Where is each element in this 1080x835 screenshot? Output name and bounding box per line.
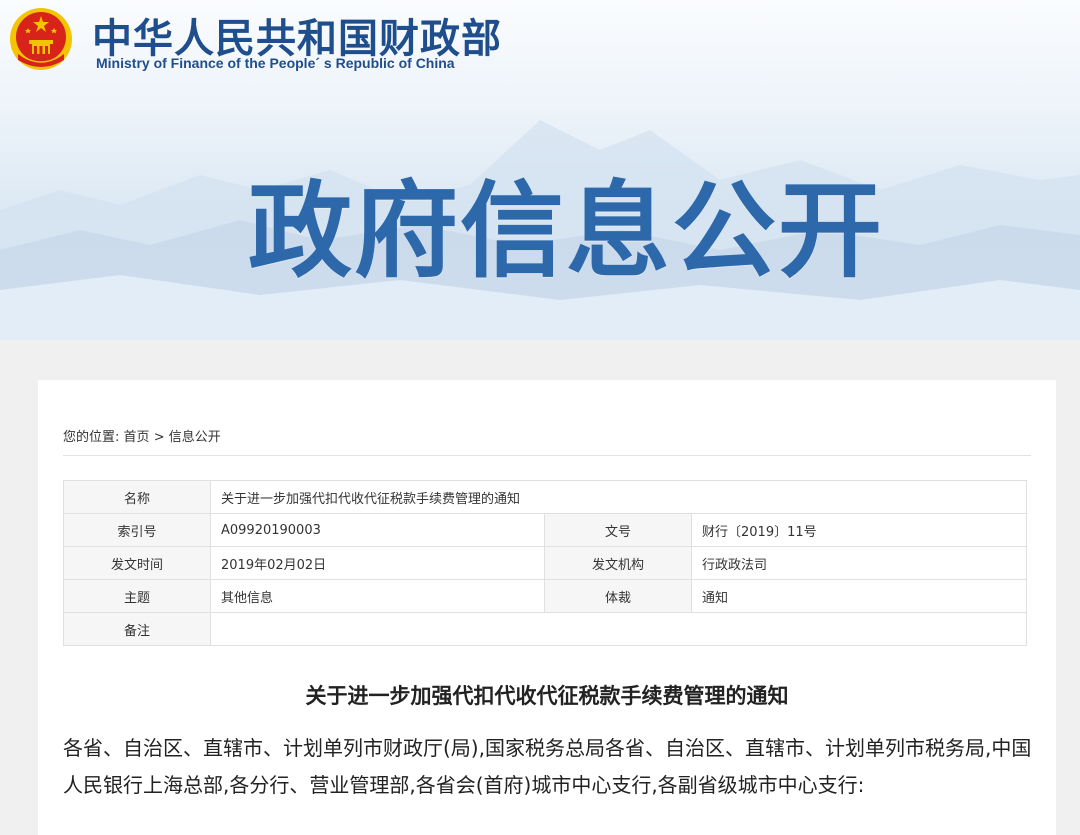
meta-name-value: 关于进一步加强代扣代收代征税款手续费管理的通知	[210, 480, 1027, 514]
national-emblem-icon	[10, 8, 72, 70]
meta-row-name: 名称 关于进一步加强代扣代收代征税款手续费管理的通知	[63, 480, 1027, 514]
meta-date-label: 发文时间	[63, 546, 211, 580]
meta-row-index: 索引号 A09920190003 文号 财行〔2019〕11号	[63, 513, 1027, 547]
breadcrumb-current-link[interactable]: 信息公开	[169, 430, 221, 445]
meta-docno-label: 文号	[544, 513, 692, 547]
meta-index-value: A09920190003	[210, 513, 545, 547]
breadcrumb-divider	[63, 455, 1031, 456]
breadcrumb: 您的位置: 首页 > 信息公开	[63, 426, 221, 445]
banner-title: 政府信息公开	[248, 170, 885, 292]
meta-row-date: 发文时间 2019年02月02日 发文机构 行政政法司	[63, 546, 1027, 580]
meta-row-topic: 主题 其他信息 体裁 通知	[63, 579, 1027, 613]
breadcrumb-prefix: 您的位置:	[63, 430, 120, 445]
meta-genre-value: 通知	[691, 579, 1027, 613]
meta-index-label: 索引号	[63, 513, 211, 547]
meta-topic-label: 主题	[63, 579, 211, 613]
meta-row-remark: 备注	[63, 612, 1027, 646]
meta-topic-value: 其他信息	[210, 579, 545, 613]
header-banner: 中华人民共和国财政部 Ministry of Finance of the Pe…	[0, 0, 1080, 340]
meta-remark-value	[210, 612, 1027, 646]
meta-name-label: 名称	[63, 480, 211, 514]
meta-remark-label: 备注	[63, 612, 211, 646]
breadcrumb-separator: >	[153, 430, 165, 445]
content-card: 您的位置: 首页 > 信息公开 名称 关于进一步加强代扣代收代征税款手续费管理的…	[38, 380, 1056, 835]
document-meta-table: 名称 关于进一步加强代扣代收代征税款手续费管理的通知 索引号 A09920190…	[63, 480, 1027, 646]
meta-issuer-value: 行政政法司	[691, 546, 1027, 580]
breadcrumb-home-link[interactable]: 首页	[124, 430, 150, 445]
document-title: 关于进一步加强代扣代收代征税款手续费管理的通知	[305, 684, 789, 708]
meta-genre-label: 体裁	[544, 579, 692, 613]
meta-issuer-label: 发文机构	[544, 546, 692, 580]
document-body: 各省、自治区、直辖市、计划单列市财政厅(局),国家税务总局各省、自治区、直辖市、…	[63, 736, 1032, 797]
meta-docno-value: 财行〔2019〕11号	[691, 513, 1027, 547]
meta-date-value: 2019年02月02日	[210, 546, 545, 580]
ministry-name-en: Ministry of Finance of the People´ s Rep…	[96, 55, 455, 71]
